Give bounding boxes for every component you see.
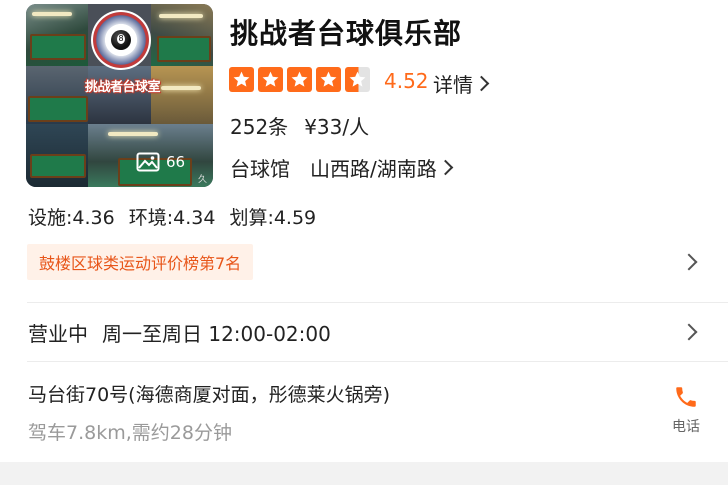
sub-scores: 设施:4.36 环境:4.34 划算:4.59 <box>28 203 316 230</box>
phone-icon <box>676 387 696 407</box>
review-count: 252条 <box>230 115 289 139</box>
photo-tile <box>26 124 88 187</box>
shop-address[interactable]: 马台街70号(海德商厦对面，彤德莱火锅旁) <box>28 380 390 407</box>
call-label: 电话 <box>672 419 700 435</box>
call-button[interactable]: 电话 <box>666 384 706 436</box>
star-icon <box>229 67 254 92</box>
lamp-shape <box>159 14 203 18</box>
photo-tile <box>88 66 151 124</box>
open-status: 营业中 <box>28 322 88 346</box>
photo-tile <box>26 4 88 66</box>
table-shape <box>30 34 86 60</box>
shop-category: 台球馆 <box>230 157 290 181</box>
table-shape <box>157 36 211 62</box>
rating-detail-link[interactable]: 详情 <box>433 69 490 98</box>
value-score: 划算:4.59 <box>229 207 317 229</box>
section-separator <box>0 462 728 485</box>
ranking-badge[interactable]: 鼓楼区球类运动评价榜第7名 <box>27 244 254 280</box>
hours-chevron-icon[interactable] <box>680 323 698 341</box>
avg-price: ¥33/人 <box>304 115 370 139</box>
star-icon <box>287 67 312 92</box>
star-icon <box>258 67 283 92</box>
shop-meta: 252条 ¥33/人 <box>230 111 385 140</box>
business-hours-row[interactable]: 营业中 周一至周日 12:00-02:00 <box>28 318 331 347</box>
environment-score: 环境:4.34 <box>128 207 216 229</box>
table-shape <box>28 96 88 122</box>
photo-count[interactable]: 66 <box>136 151 185 173</box>
photo-tile <box>151 66 213 124</box>
half-star-icon <box>345 67 370 92</box>
star-icon <box>316 67 341 92</box>
image-icon <box>136 152 160 172</box>
photo-tile <box>26 66 88 124</box>
star-rating <box>229 67 370 92</box>
chevron-right-icon <box>437 159 454 176</box>
lamp-shape <box>32 12 72 16</box>
photo-tile <box>151 4 213 66</box>
photo-watermark: 久大 <box>198 175 208 185</box>
shop-photo[interactable]: 挑战者台球室 66 久大 <box>26 4 213 187</box>
photo-count-label: 66 <box>166 153 186 171</box>
category-area-link[interactable]: 台球馆 山西路/湖南路 <box>230 153 454 182</box>
eight-ball-icon <box>111 30 131 50</box>
detail-label: 详情 <box>433 73 473 97</box>
lamp-shape <box>108 132 158 136</box>
drive-distance: 驾车7.8km,需约28分钟 <box>28 422 232 444</box>
open-schedule: 周一至周日 12:00-02:00 <box>102 322 331 346</box>
shop-title: 挑战者台球俱乐部 <box>230 17 463 50</box>
facility-score: 设施:4.36 <box>28 207 115 229</box>
logo-caption: 挑战者台球室 <box>84 80 161 95</box>
table-shape <box>30 154 86 178</box>
chevron-right-icon <box>473 75 490 92</box>
divider <box>27 361 728 362</box>
divider <box>27 302 728 303</box>
rating-value: 4.52 <box>384 69 429 93</box>
ranking-chevron-icon[interactable] <box>680 253 698 271</box>
shop-area: 山西路/湖南路 <box>310 157 437 181</box>
